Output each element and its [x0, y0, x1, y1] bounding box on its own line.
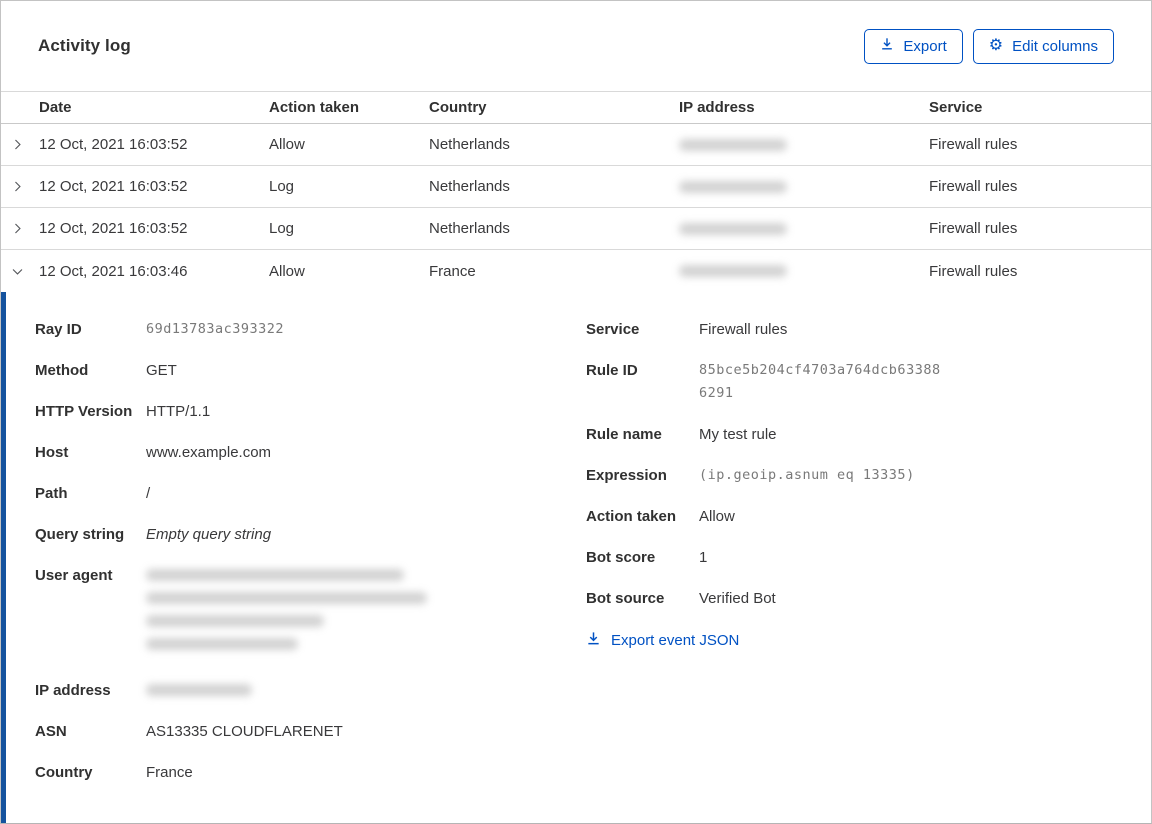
toolbar-actions: Export ⚙ Edit columns: [864, 28, 1114, 64]
detail-field-path: Path /: [35, 485, 151, 502]
detail-field-action-taken: Action taken Allow: [586, 508, 735, 525]
cell-date: 12 Oct, 2021 16:03:52: [39, 220, 188, 237]
chevron-down-icon[interactable]: [1, 265, 39, 278]
gear-icon: ⚙: [988, 37, 1004, 54]
chevron-right-icon[interactable]: [1, 222, 39, 235]
cell-service: Firewall rules: [929, 136, 1018, 153]
detail-field-query-string: Query string Empty query string: [35, 526, 272, 543]
ip-address-redacted: [146, 679, 252, 702]
detail-field-bot-source: Bot source Verified Bot: [586, 590, 776, 607]
table-row[interactable]: 12 Oct, 2021 16:03:52 Log Netherlands Fi…: [1, 166, 1151, 208]
cell-date: 12 Oct, 2021 16:03:46: [39, 262, 188, 280]
cell-date: 12 Oct, 2021 16:03:52: [39, 178, 188, 195]
table-row[interactable]: 12 Oct, 2021 16:03:52 Allow Netherlands …: [1, 124, 1151, 166]
cell-ip-redacted: [679, 138, 929, 151]
detail-field-service: Service Firewall rules: [586, 321, 788, 338]
event-detail-panel: Ray ID 69d13783ac393322 Method GET HTTP …: [1, 292, 1151, 823]
detail-left-column: Ray ID 69d13783ac393322 Method GET HTTP …: [35, 318, 586, 823]
detail-field-host: Host www.example.com: [35, 444, 272, 461]
export-button[interactable]: Export: [864, 28, 963, 64]
cell-ip-redacted: [679, 180, 929, 193]
column-header-ip-address: IP address: [679, 99, 755, 116]
cell-country: Netherlands: [429, 178, 510, 195]
detail-field-http-version: HTTP Version HTTP/1.1: [35, 403, 211, 420]
page-title: Activity log: [38, 36, 131, 55]
column-header-service: Service: [929, 99, 983, 116]
cell-date: 12 Oct, 2021 16:03:52: [39, 136, 188, 153]
cell-service: Firewall rules: [929, 220, 1018, 237]
chevron-right-icon[interactable]: [1, 138, 39, 151]
cell-country: France: [429, 262, 476, 280]
cell-action-taken: Log: [269, 220, 295, 237]
detail-field-country: Country France: [35, 764, 193, 781]
detail-field-expression: Expression (ip.geoip.asnum eq 13335): [586, 467, 915, 484]
detail-field-bot-score: Bot score 1: [586, 549, 708, 566]
user-agent-redacted: [146, 564, 427, 661]
table-header-row: Date Action taken Country IP address Ser…: [1, 91, 1151, 124]
detail-field-rule-id: Rule ID 85bce5b204cf4703a764dcb633886291: [586, 362, 941, 401]
column-header-country: Country: [429, 99, 487, 116]
activity-log-panel: Activity log Export ⚙ Edit columns Date …: [0, 0, 1152, 824]
table-row-expanded[interactable]: 12 Oct, 2021 16:03:46 Allow France Firew…: [1, 250, 1151, 292]
detail-field-asn: ASN AS13335 CLOUDFLARENET: [35, 723, 343, 740]
download-icon: [586, 631, 601, 650]
export-event-json-link[interactable]: Export event JSON: [586, 631, 739, 650]
edit-columns-button-label: Edit columns: [1012, 37, 1098, 55]
chevron-right-icon[interactable]: [1, 180, 39, 193]
cell-action-taken: Allow: [269, 262, 305, 280]
cell-action-taken: Log: [269, 178, 295, 195]
cell-action-taken: Allow: [269, 136, 305, 153]
cell-ip-redacted: [679, 265, 929, 277]
cell-service: Firewall rules: [929, 262, 1018, 280]
table-row[interactable]: 12 Oct, 2021 16:03:52 Log Netherlands Fi…: [1, 208, 1151, 250]
export-button-label: Export: [903, 37, 947, 55]
detail-right-column: Service Firewall rules Rule ID 85bce5b20…: [586, 318, 1151, 823]
detail-field-user-agent: User agent: [35, 564, 586, 661]
topbar: Activity log Export ⚙ Edit columns: [1, 1, 1151, 91]
edit-columns-button[interactable]: ⚙ Edit columns: [972, 28, 1114, 64]
cell-country: Netherlands: [429, 220, 510, 237]
detail-field-rule-name: Rule name My test rule: [586, 426, 777, 443]
cell-ip-redacted: [679, 222, 929, 235]
cell-service: Firewall rules: [929, 178, 1018, 195]
detail-field-ip-address: IP address: [35, 679, 586, 702]
column-header-action-taken: Action taken: [269, 99, 360, 116]
column-header-date: Date: [39, 99, 72, 116]
download-icon: [880, 37, 894, 55]
cell-country: Netherlands: [429, 136, 510, 153]
export-event-json-label: Export event JSON: [611, 632, 740, 649]
detail-field-ray-id: Ray ID 69d13783ac393322: [35, 321, 285, 338]
detail-field-method: Method GET: [35, 362, 177, 379]
